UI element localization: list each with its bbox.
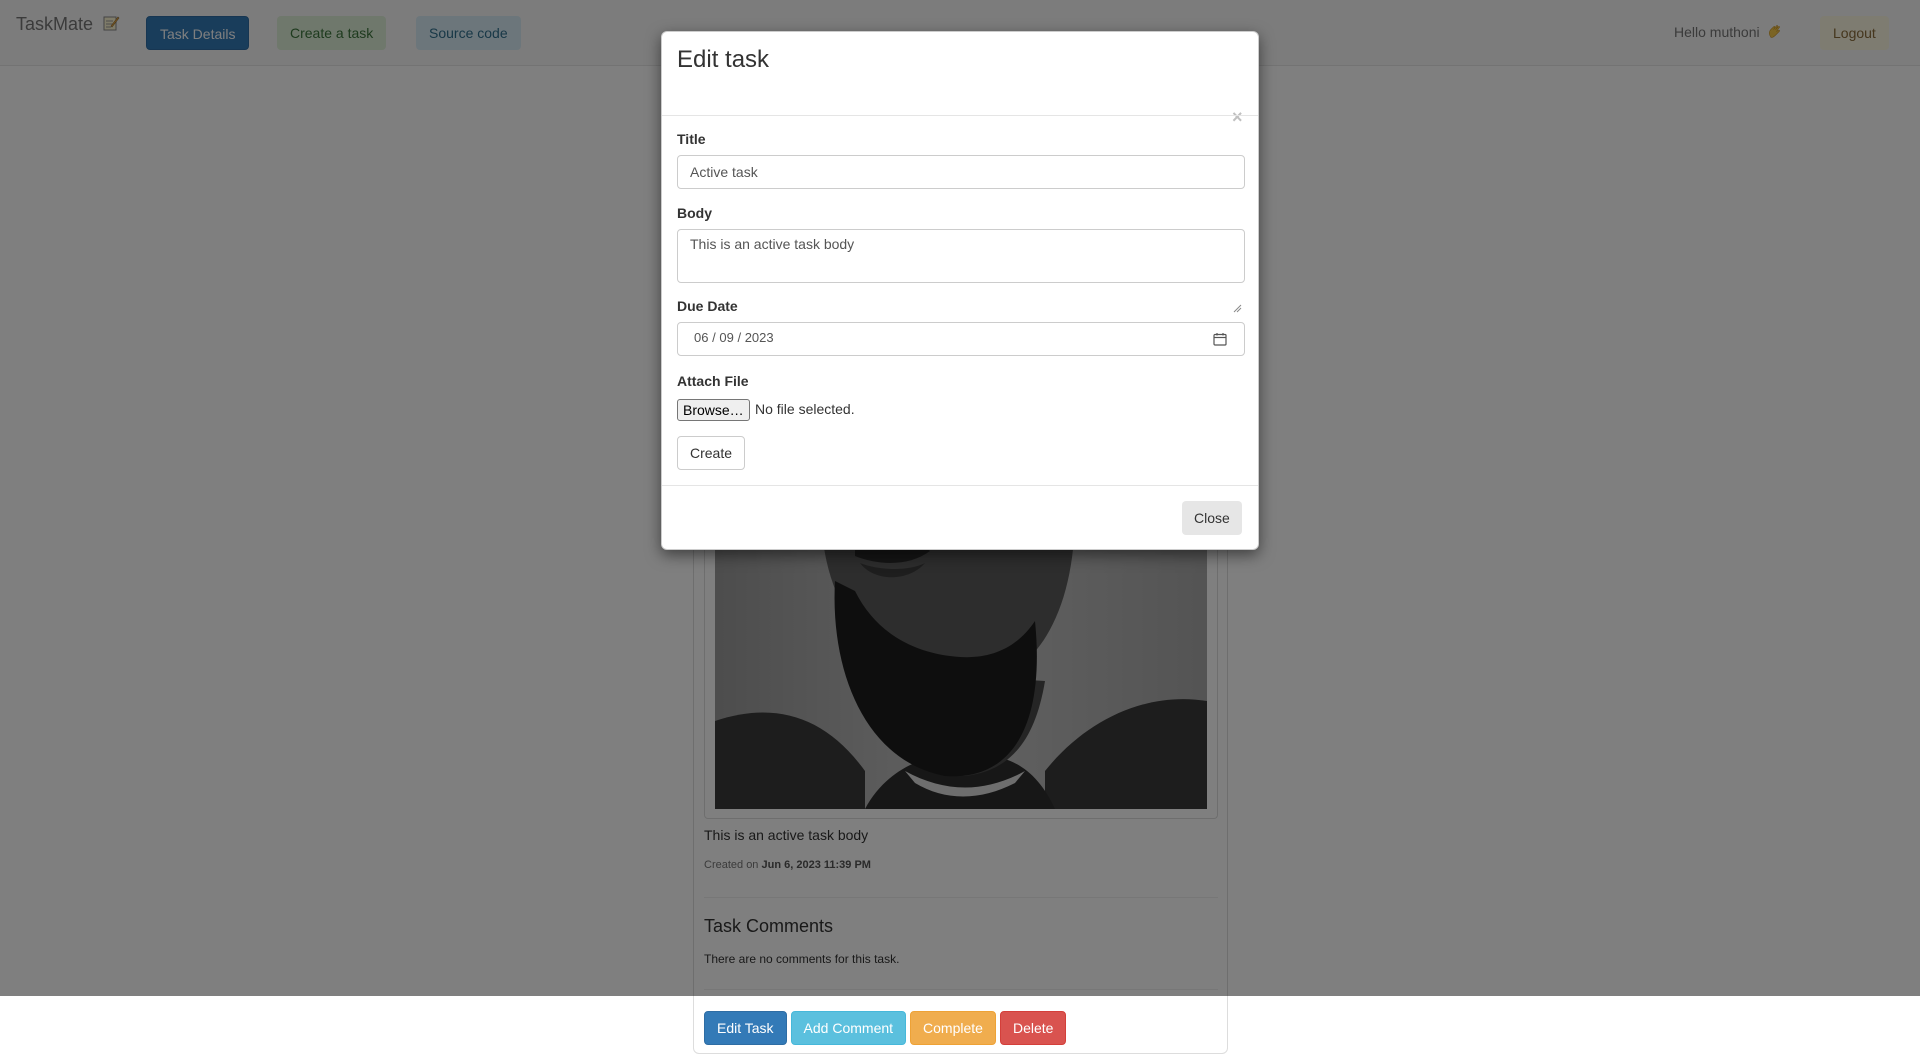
date-separator: /	[737, 330, 742, 345]
body-textarea[interactable]: This is an active task body	[677, 229, 1245, 283]
title-label: Title	[677, 131, 706, 147]
date-separator: /	[712, 330, 716, 345]
complete-task-button[interactable]: Complete	[910, 1011, 996, 1045]
attach-file-label: Attach File	[677, 373, 749, 389]
due-day: 09	[719, 330, 734, 345]
browse-file-button[interactable]: Browse…	[677, 399, 750, 421]
task-actions: Edit Task Add Comment Complete Delete	[704, 1011, 1067, 1045]
close-icon[interactable]: ×	[1232, 108, 1243, 126]
delete-task-button[interactable]: Delete	[999, 1011, 1067, 1045]
edit-task-button[interactable]: Edit Task	[704, 1011, 787, 1045]
due-date-label: Due Date	[677, 298, 738, 314]
file-status-text: No file selected.	[755, 401, 855, 417]
calendar-icon[interactable]	[1213, 332, 1227, 349]
due-month: 06	[694, 330, 709, 345]
modal-header-divider	[662, 115, 1258, 116]
title-input[interactable]	[677, 155, 1245, 189]
add-comment-button[interactable]: Add Comment	[790, 1011, 907, 1045]
body-label: Body	[677, 205, 712, 221]
close-button[interactable]: Close	[1182, 501, 1242, 535]
due-date-input[interactable]: 06 / 09 / 2023	[677, 322, 1245, 356]
modal-title: Edit task	[677, 46, 770, 73]
resize-grip-icon[interactable]	[1232, 303, 1242, 313]
due-year: 2023	[744, 330, 774, 345]
due-date-value: 06 / 09 / 2023	[694, 330, 774, 345]
create-button[interactable]: Create	[677, 436, 746, 470]
edit-task-modal: Edit task × Title Body This is an active…	[661, 31, 1259, 550]
modal-footer-divider	[662, 485, 1258, 486]
